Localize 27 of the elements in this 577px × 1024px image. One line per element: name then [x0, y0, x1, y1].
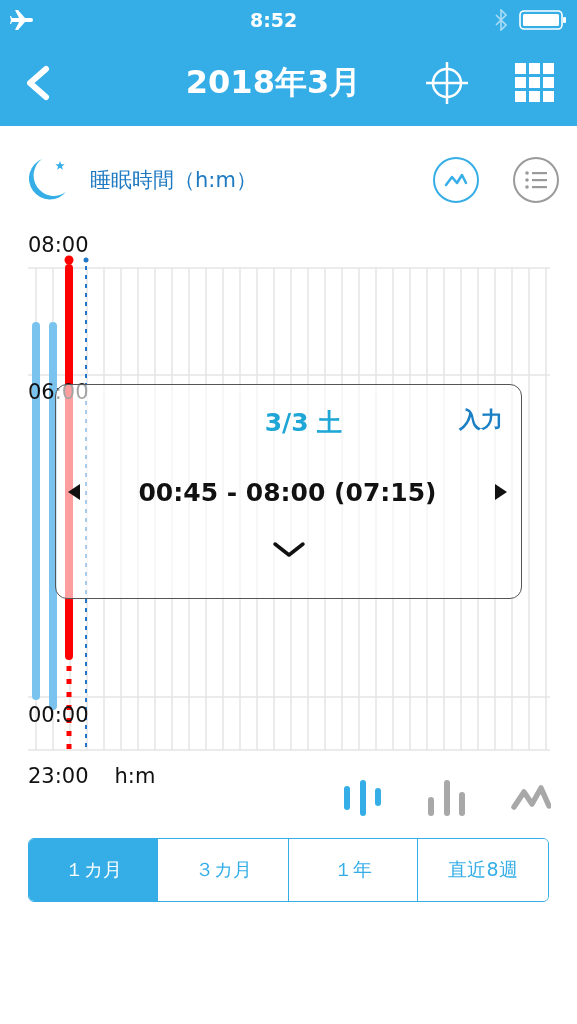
battery-icon [519, 9, 567, 31]
grid-menu-button[interactable] [515, 63, 555, 103]
airplane-icon [10, 9, 34, 31]
unit-label: h:m [114, 764, 156, 788]
bluetooth-icon [495, 9, 507, 31]
list-icon [524, 170, 548, 190]
status-time: 8:52 [250, 9, 298, 31]
previous-arrow-icon[interactable] [68, 484, 80, 500]
axis-label: 00:00 [28, 703, 89, 727]
sleep-range-text: 00:45 - 08:00 (07:15) [138, 477, 437, 507]
zigzag-icon [444, 172, 468, 188]
period-tab[interactable]: １カ月 [29, 839, 157, 901]
axis-label: 08:00 [28, 233, 89, 257]
axis-label: 23:00 [28, 764, 89, 788]
chevron-down-icon[interactable] [271, 541, 306, 559]
column-chart-icon[interactable] [427, 780, 467, 816]
next-arrow-icon[interactable] [495, 484, 507, 500]
input-link[interactable]: 入力 [459, 405, 503, 435]
bars-chart-icon[interactable] [343, 780, 383, 816]
list-view-button[interactable] [513, 157, 559, 203]
period-tab[interactable]: 直近8週 [417, 839, 548, 901]
popup-date: 3/3 土 [264, 406, 343, 439]
back-button[interactable] [24, 65, 52, 101]
crosshair-button[interactable] [425, 61, 469, 105]
chart-view-button[interactable] [433, 157, 479, 203]
section-title: 睡眠時間（h:m） [90, 167, 258, 194]
month-title: 2018年3月 [184, 62, 363, 103]
